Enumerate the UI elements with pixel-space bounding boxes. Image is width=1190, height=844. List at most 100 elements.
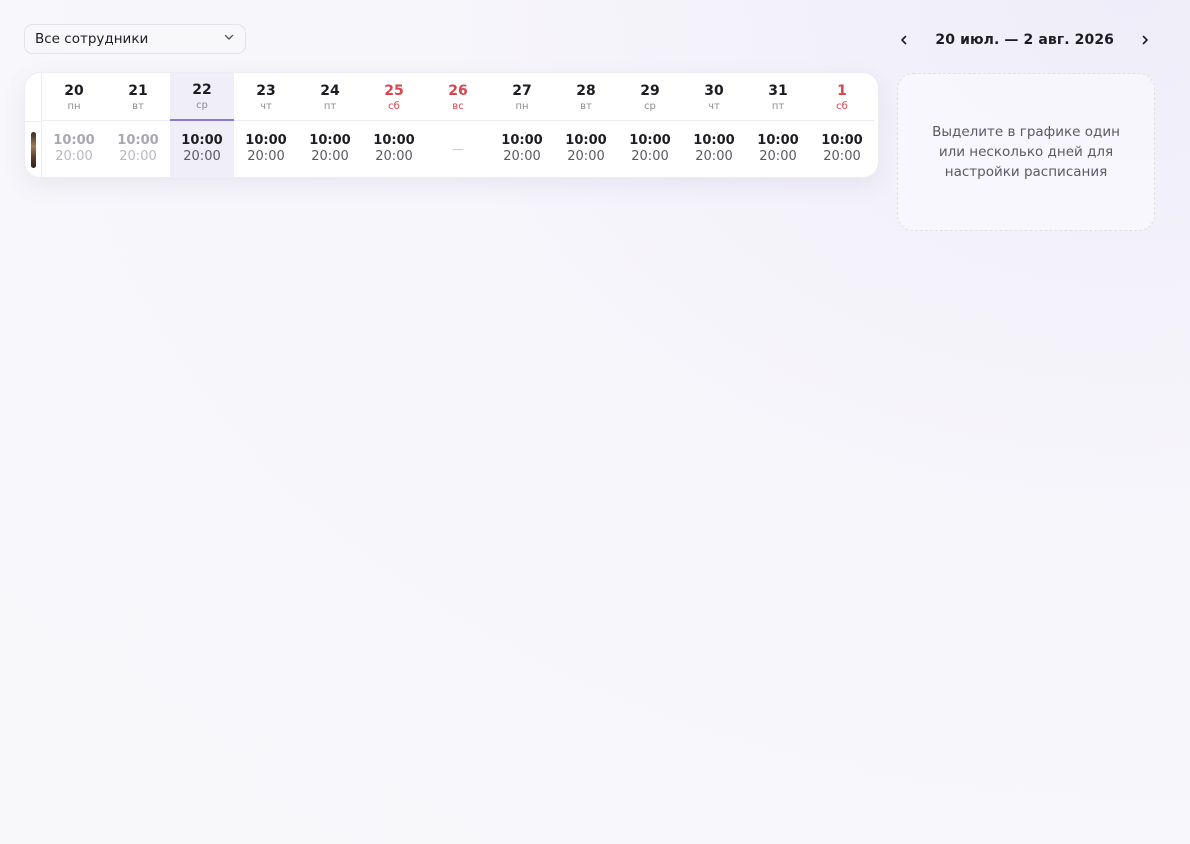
shift-end-time: 20:00 [183,149,221,164]
schedule-hint-panel: Выделите в графике один или несколько дн… [897,73,1155,231]
shift-end-time: 20:00 [503,149,541,164]
day-column-29: 29 ср 10:00 20:00 [618,73,682,177]
shift-start-time: 10:00 [629,133,671,148]
day-column-25: 25 сб 10:00 20:00 [362,73,426,177]
employee-row-avatar [25,122,41,177]
day-column-21: 21 вт 10:00 20:00 [106,73,170,177]
day-header[interactable]: 28 вт [554,73,618,121]
schedule-cell[interactable]: 10:00 20:00 [554,121,618,177]
day-weekday: сб [836,100,848,112]
day-header[interactable]: 31 пт [746,73,810,121]
day-number: 25 [384,82,404,99]
date-range-nav: 20 июл. — 2 авг. 2026 [893,26,1156,54]
shift-start-time: 10:00 [757,133,799,148]
day-weekday: пн [515,100,529,112]
day-header[interactable]: 22 ср [170,73,234,121]
day-header[interactable]: 29 ср [618,73,682,121]
employee-filter-label: Все сотрудники [35,31,149,47]
shift-end-time: 20:00 [631,149,669,164]
day-column-31: 31 пт 10:00 20:00 [746,73,810,177]
day-column-20: 20 пн 10:00 20:00 [42,73,106,177]
schedule-cell[interactable]: 10:00 20:00 [362,121,426,177]
shift-start-time: 10:00 [309,133,351,148]
day-weekday: вт [580,100,592,112]
day-weekday: чт [708,100,720,112]
day-header[interactable]: 27 пн [490,73,554,121]
day-column-1: 1 сб 10:00 20:00 [810,73,874,177]
day-number: 28 [576,82,596,99]
day-number: 21 [128,82,148,99]
schedule-cell[interactable]: 10:00 20:00 [618,121,682,177]
schedule-cell[interactable]: 10:00 20:00 [42,121,106,177]
day-header[interactable]: 30 чт [682,73,746,121]
day-weekday: вс [452,100,464,112]
day-number: 29 [640,82,660,99]
shift-end-time: 20:00 [311,149,349,164]
day-weekday: сб [388,100,400,112]
schedule-grid: 20 пн 10:00 20:00 21 вт 10:00 20:00 22 ср 10:00 20:… [24,72,879,178]
employee-column [25,73,42,177]
day-header[interactable]: 23 чт [234,73,298,121]
schedule-cell[interactable]: 10:00 20:00 [490,121,554,177]
chevron-left-icon[interactable] [893,29,915,51]
day-weekday: ср [196,100,208,111]
day-weekday: ср [644,100,656,112]
shift-end-time: 20:00 [55,149,93,164]
shift-start-time: 10:00 [693,133,735,148]
day-number: 31 [768,82,788,99]
schedule-cell[interactable]: 10:00 20:00 [170,121,234,177]
day-number: 24 [320,82,340,99]
schedule-cell[interactable]: 10:00 20:00 [746,121,810,177]
day-column-24: 24 пт 10:00 20:00 [298,73,362,177]
chevron-down-icon [223,31,235,47]
avatar[interactable] [30,131,36,168]
day-header[interactable]: 26 вс [426,73,490,121]
employee-filter-select[interactable]: Все сотрудники [24,24,246,54]
day-header[interactable]: 25 сб [362,73,426,121]
shift-start-time: 10:00 [821,133,863,148]
shift-end-time: 20:00 [119,149,157,164]
day-number: 1 [837,82,847,99]
day-header[interactable]: 1 сб [810,73,874,121]
day-number: 26 [448,82,468,99]
date-range-label: 20 июл. — 2 авг. 2026 [935,32,1114,48]
day-header[interactable]: 24 пт [298,73,362,121]
schedule-cell[interactable]: 10:00 20:00 [106,121,170,177]
day-header[interactable]: 21 вт [106,73,170,121]
day-weekday: пт [323,100,337,112]
day-column-30: 30 чт 10:00 20:00 [682,73,746,177]
day-number: 22 [192,82,212,98]
schedule-hint-text: Выделите в графике один или несколько дн… [932,124,1120,180]
day-column-27: 27 пн 10:00 20:00 [490,73,554,177]
day-number: 27 [512,82,532,99]
shift-start-time: 10:00 [565,133,607,148]
day-column-26: 26 вс — [426,73,490,177]
shift-start-time: 10:00 [117,133,159,148]
schedule-cell[interactable]: 10:00 20:00 [234,121,298,177]
day-column-23: 23 чт 10:00 20:00 [234,73,298,177]
day-number: 23 [256,82,276,99]
shift-start-time: 10:00 [373,133,415,148]
schedule-cell[interactable]: 10:00 20:00 [298,121,362,177]
day-off-marker: — [452,142,464,156]
shift-start-time: 10:00 [181,133,223,148]
day-weekday: чт [260,100,272,112]
day-weekday: пт [771,100,785,112]
shift-start-time: 10:00 [53,133,95,148]
day-column-22: 22 ср 10:00 20:00 [170,73,234,177]
shift-end-time: 20:00 [823,149,861,164]
shift-start-time: 10:00 [245,133,287,148]
day-header[interactable]: 20 пн [42,73,106,121]
schedule-cell[interactable]: — [426,121,490,177]
schedule-cell[interactable]: 10:00 20:00 [682,121,746,177]
shift-start-time: 10:00 [501,133,543,148]
day-number: 30 [704,82,724,99]
shift-end-time: 20:00 [567,149,605,164]
schedule-cell[interactable]: 10:00 20:00 [810,121,874,177]
shift-end-time: 20:00 [759,149,797,164]
shift-end-time: 20:00 [375,149,413,164]
day-weekday: пн [67,100,81,112]
shift-end-time: 20:00 [695,149,733,164]
employee-header-spacer [25,73,41,122]
chevron-right-icon[interactable] [1134,29,1156,51]
